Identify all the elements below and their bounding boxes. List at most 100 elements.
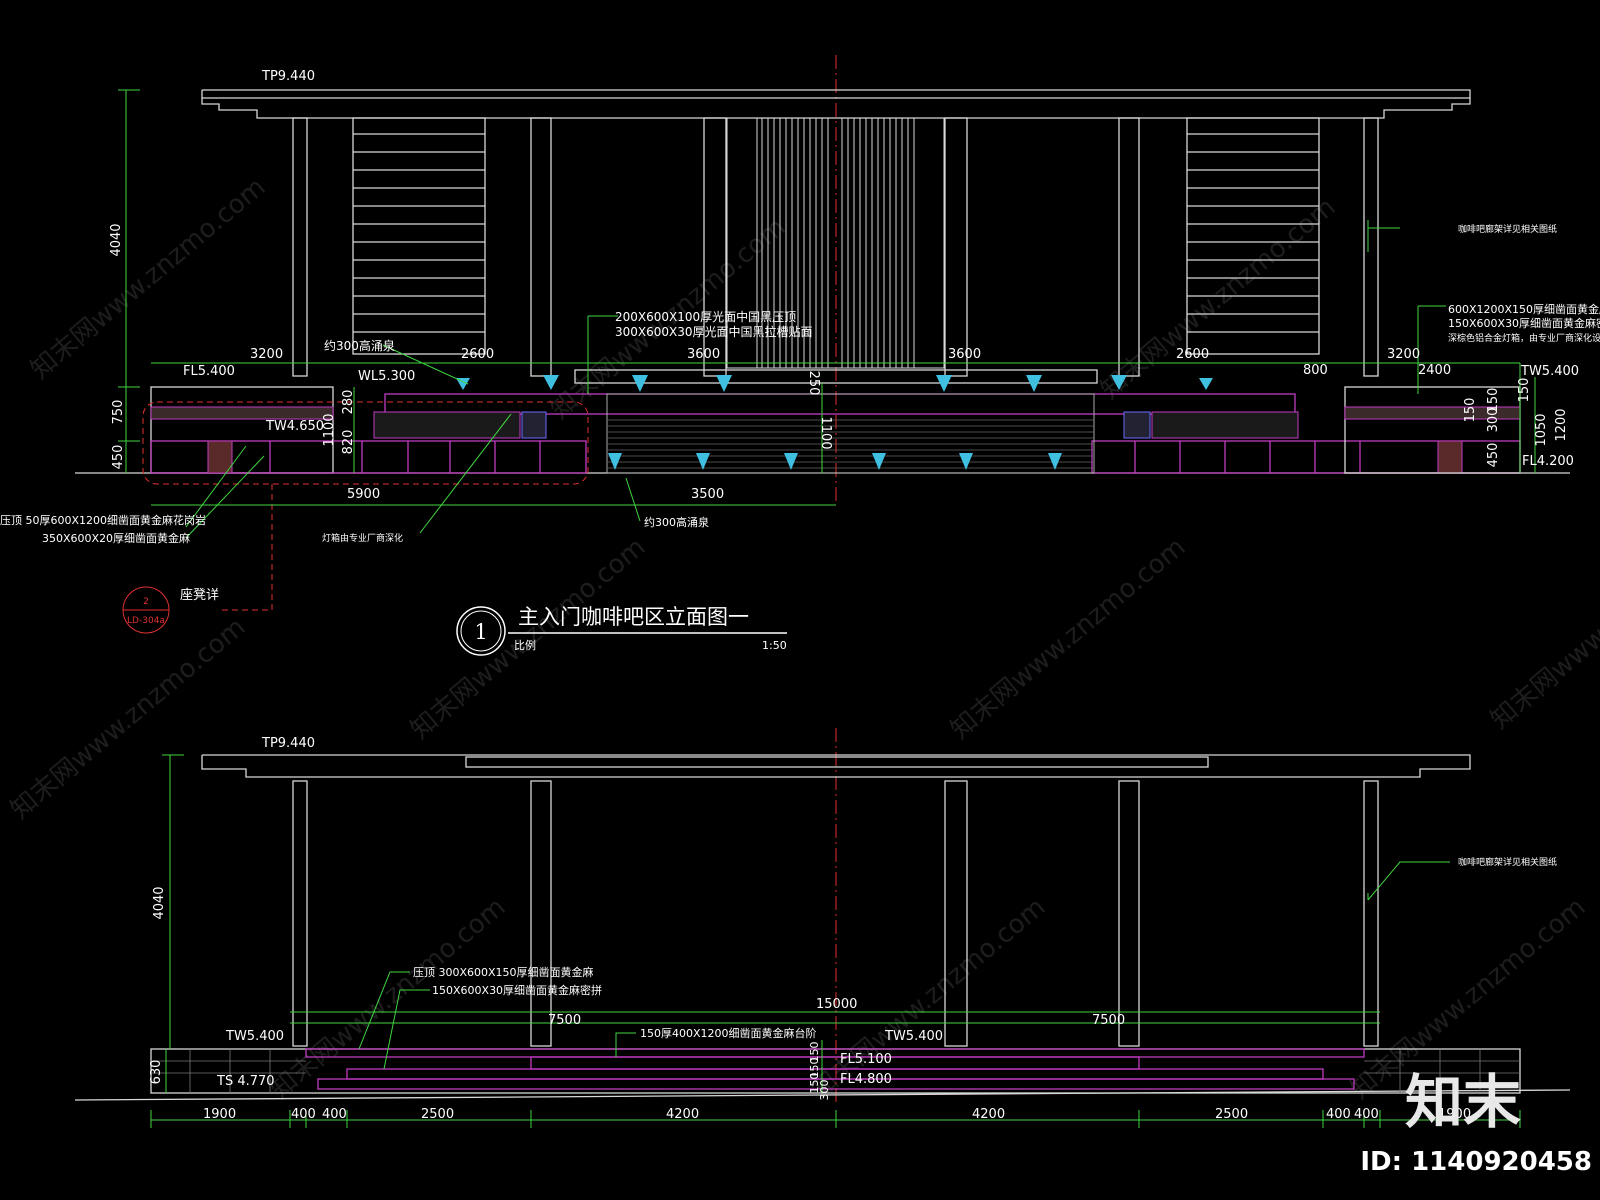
total-dim: 15000 xyxy=(816,997,857,1012)
water-wall-face xyxy=(606,393,1095,474)
vdim-center: 250 xyxy=(806,371,821,396)
elevation-1: 2 LD-304a 座凳详 TP9.440 4040 3200 2600 360… xyxy=(0,55,1600,656)
fountain xyxy=(1199,378,1213,390)
image-id: ID: 1140920458 xyxy=(1360,1147,1592,1177)
vdim-2: 630 xyxy=(149,1060,164,1085)
note-lightbox: 灯箱由专业厂商深化 xyxy=(322,532,403,544)
vdim-left: 450 xyxy=(111,445,126,470)
vdim-right: 1050 xyxy=(1534,413,1549,446)
level-tw-right: TW5.400 xyxy=(1520,364,1579,379)
scale-label: 比例 xyxy=(514,638,536,652)
bottom-dim-2: 4200 xyxy=(666,1107,699,1122)
vdim-left: 820 xyxy=(341,430,356,455)
note-face-2: 150X600X30厚细凿面黄金麻密拼 xyxy=(432,983,602,997)
note-wall-coping: 200X600X100厚光面中国黑压顶 xyxy=(615,309,796,324)
title-number: 1 xyxy=(474,620,487,644)
column xyxy=(1118,117,1140,377)
bottom-dim-2: 400 xyxy=(291,1107,316,1122)
level-tw-left-2: TW5.400 xyxy=(225,1029,284,1044)
drawing-title: 主入门咖啡吧区立面图一 xyxy=(518,605,749,629)
vdim-2: 300 xyxy=(818,1080,831,1101)
left-lightbox-sign xyxy=(521,411,547,439)
left-lightbox xyxy=(373,411,521,439)
vdim-right: 1200 xyxy=(1554,408,1569,441)
level-fl-left: FL5.400 xyxy=(183,364,235,379)
top-level-label: TP9.440 xyxy=(261,69,315,84)
vdim-right: 150 xyxy=(1486,388,1501,413)
level-fl1-2: FL5.100 xyxy=(840,1052,892,1067)
detail-ref-label: 座凳详 xyxy=(180,587,219,603)
bay-dim: 3600 xyxy=(687,347,720,362)
note-step-2: 150厚400X1200细凿面黄金麻台阶 xyxy=(640,1026,817,1040)
column xyxy=(292,780,308,1047)
column xyxy=(944,117,968,377)
louver-panel-left xyxy=(352,117,486,355)
dimension-lines xyxy=(118,89,1536,539)
note-right-1: 600X1200X150厚细凿面黄金麻 xyxy=(1448,302,1600,316)
note-left-1: 压顶 50厚600X1200细凿面黄金麻花岗岩 xyxy=(0,513,206,527)
fountain xyxy=(872,453,886,470)
right-dim: 800 xyxy=(1303,363,1328,378)
fountain xyxy=(959,453,973,470)
level-fl-right: FL4.200 xyxy=(1522,454,1574,469)
half-dim: 7500 xyxy=(1092,1013,1125,1028)
level-ts-2: TS 4.770 xyxy=(216,1074,275,1089)
detail-number: 2 xyxy=(143,597,149,607)
right-lightbox-sign xyxy=(1123,411,1151,439)
column xyxy=(530,117,552,377)
fountains-lower xyxy=(608,453,1062,470)
bay-dim: 2600 xyxy=(461,347,494,362)
watermark: 知末网www.znzmo.com xyxy=(945,532,1191,745)
vdim-center: 1100 xyxy=(818,416,833,449)
fountain xyxy=(696,453,710,470)
column xyxy=(1363,780,1379,1047)
watermark: 知末网www.znzmo.com xyxy=(5,612,251,825)
note-fountain-top: 约300高涌泉 xyxy=(324,338,395,353)
bottom-dim-2: 4200 xyxy=(972,1107,1005,1122)
bottom-dim-2: 2500 xyxy=(421,1107,454,1122)
note-left-2: 350X600X20厚细凿面黄金麻 xyxy=(42,531,190,545)
bay-dim: 3200 xyxy=(1387,347,1420,362)
note-fountain-bottom: 约300高涌泉 xyxy=(644,515,709,529)
fountain xyxy=(784,453,798,470)
detail-callout-leader xyxy=(222,484,273,611)
level-tw-mid-2: TW5.400 xyxy=(884,1029,943,1044)
height-dim-2: 4040 xyxy=(152,886,167,919)
fountain xyxy=(608,453,622,470)
roof-beam-2 xyxy=(465,756,1209,768)
bottom-dim-2: 2500 xyxy=(1215,1107,1248,1122)
bottom-dim-2: 1900 xyxy=(203,1107,236,1122)
right-dim: 2400 xyxy=(1418,363,1451,378)
bottom-dim-2: 400 xyxy=(322,1107,347,1122)
bottom-dim-2: 400 xyxy=(1354,1107,1379,1122)
left-bench-detail xyxy=(207,440,233,474)
vdim-left: 280 xyxy=(341,390,356,415)
note-coffee-ref-2: 咖啡吧廊架详见相关图纸 xyxy=(1458,856,1557,868)
note-right-3: 深棕色铝合金灯箱，由专业厂商深化设计 xyxy=(1448,332,1600,344)
height-dim: 4040 xyxy=(109,223,124,256)
vdim-left: 1100 xyxy=(322,413,337,446)
bay-dim: 3200 xyxy=(250,347,283,362)
level-wl: WL5.300 xyxy=(358,369,415,384)
watermark: 知末网www.znzmo.com xyxy=(25,172,271,385)
cad-drawing: 知末网www.znzmo.com 知末网www.znzmo.com 知末网www… xyxy=(0,55,1600,1177)
water-wall-coping xyxy=(384,393,1296,415)
column xyxy=(292,117,308,377)
bottom-dim: 5900 xyxy=(347,487,380,502)
column xyxy=(1118,780,1140,1047)
watermark-layer: 知末网www.znzmo.com 知末网www.znzmo.com 知末网www… xyxy=(5,172,1600,1105)
column xyxy=(944,780,968,1047)
bay-dim: 2600 xyxy=(1176,347,1209,362)
fountain xyxy=(1048,453,1062,470)
watermark: 知末网www.znzmo.com xyxy=(1485,522,1600,735)
note-wall-face: 300X600X30厚光面中国黑拉槽贴面 xyxy=(615,324,813,339)
scale-value: 1:50 xyxy=(762,639,787,652)
vdim-right: 150 xyxy=(1463,398,1478,423)
detail-sheet: LD-304a xyxy=(127,616,165,626)
fountain xyxy=(543,375,559,390)
vdim-left: 750 xyxy=(111,400,126,425)
bay-dim: 3600 xyxy=(948,347,981,362)
platform-coping xyxy=(305,1048,1365,1058)
vdim-right: 450 xyxy=(1486,443,1501,468)
bottom-dim: 3500 xyxy=(691,487,724,502)
